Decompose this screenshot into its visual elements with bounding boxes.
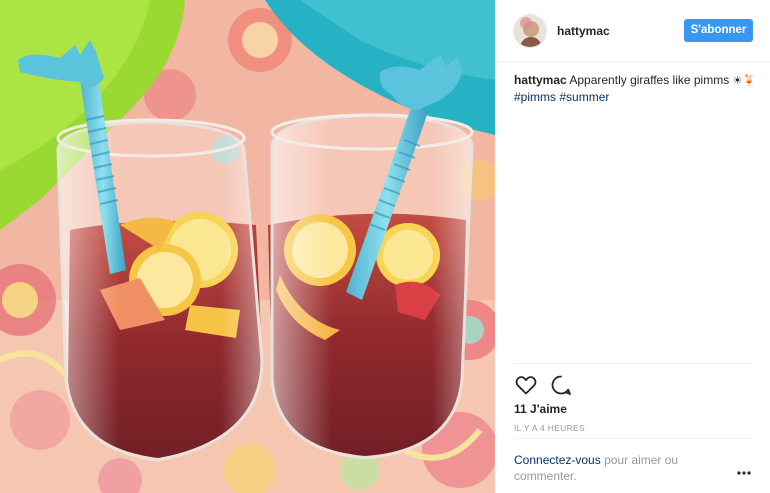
hashtag-pimms[interactable]: #pimms <box>514 90 556 104</box>
actions-divider <box>514 363 752 364</box>
heart-icon[interactable] <box>514 373 538 397</box>
caption-emoji: ☀🍹 <box>732 75 757 87</box>
login-link[interactable]: Connectez-vous <box>514 453 601 467</box>
post-timestamp: IL Y A 4 HEURES <box>514 423 585 433</box>
caption-username[interactable]: hattymac <box>514 73 567 87</box>
action-bar <box>514 373 581 397</box>
avatar[interactable] <box>513 14 547 48</box>
like-count[interactable]: 11 J'aime <box>514 402 567 416</box>
follow-button[interactable]: S'abonner <box>684 19 753 42</box>
caption-text: Apparently giraffes like pimms <box>569 73 730 87</box>
hashtag-summer[interactable]: #summer <box>559 90 609 104</box>
post-caption: hattymac Apparently giraffes like pimms … <box>514 72 759 105</box>
header-username[interactable]: hattymac <box>557 24 610 38</box>
post-photo[interactable] <box>0 0 495 493</box>
comment-bubble-icon[interactable] <box>549 373 573 397</box>
login-prompt: Connectez-vous pour aimer ou commenter. <box>514 452 714 484</box>
more-options-icon[interactable] <box>737 465 751 475</box>
post-header: hattymac S'abonner <box>495 0 770 62</box>
instagram-post: hattymac S'abonner hattymac Apparently g… <box>0 0 770 493</box>
post-side-panel: hattymac S'abonner hattymac Apparently g… <box>495 0 770 493</box>
footer-divider <box>514 438 752 439</box>
